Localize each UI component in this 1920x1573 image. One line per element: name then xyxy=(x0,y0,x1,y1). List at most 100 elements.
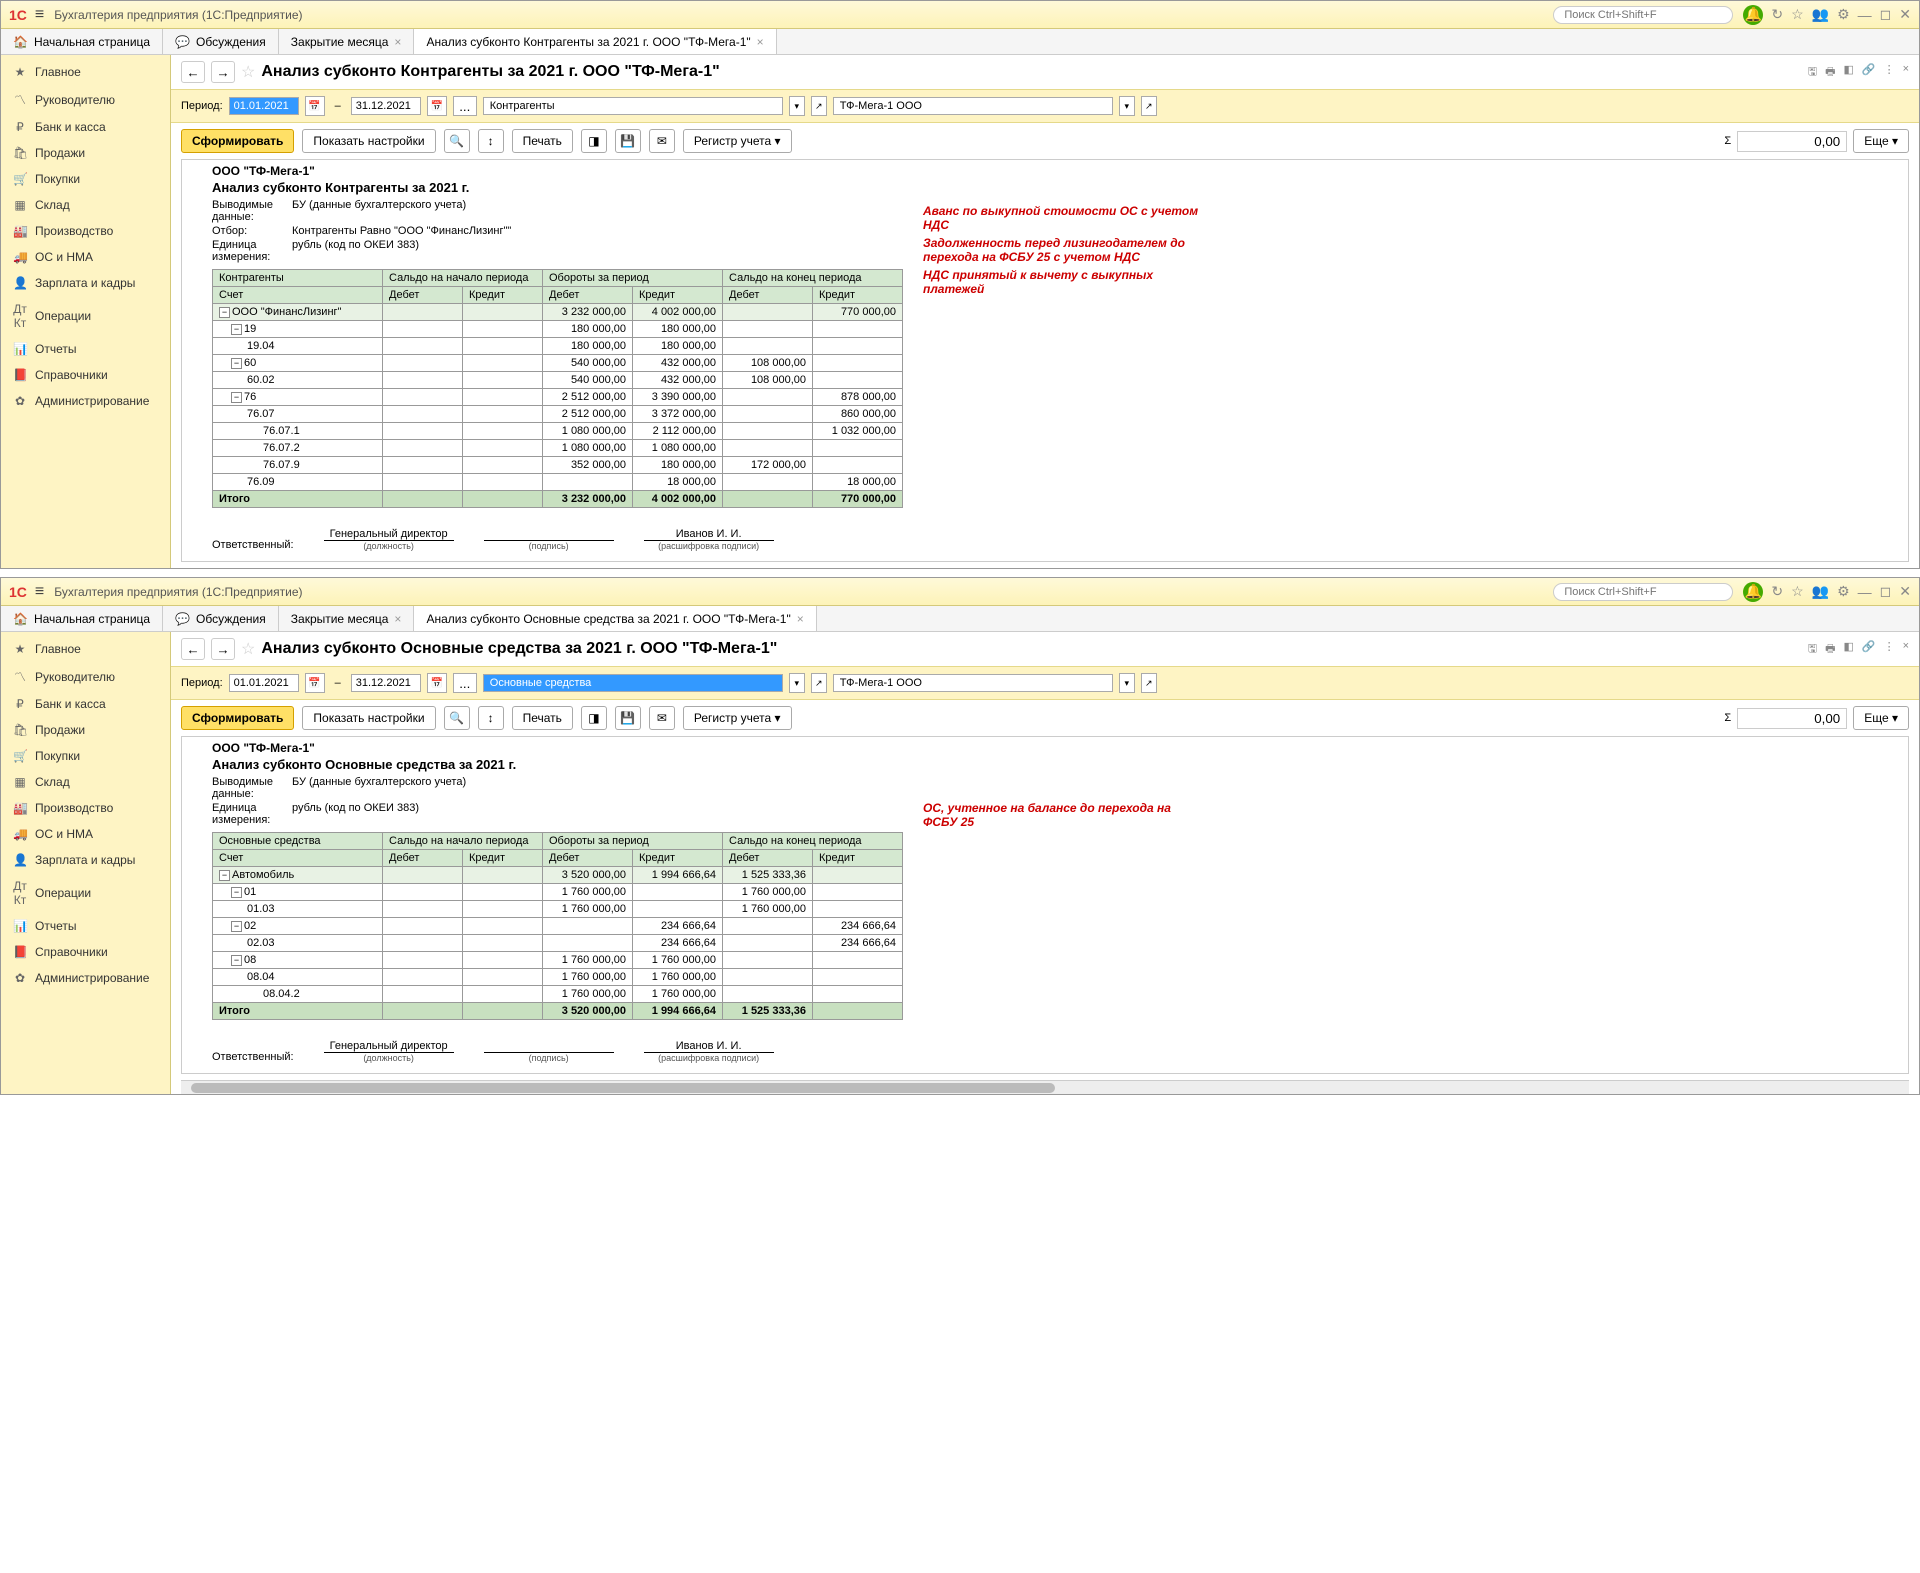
collapse-icon[interactable]: − xyxy=(219,307,230,318)
org-input[interactable]: ТФ-Мега-1 ООО xyxy=(833,97,1113,115)
close-icon[interactable]: ✕ xyxy=(1899,6,1911,23)
table-row[interactable]: 76.072 512 000,003 372 000,00860 000,00 xyxy=(213,406,903,423)
sidebar-item[interactable]: ★Главное xyxy=(1,59,170,85)
calendar-icon[interactable]: 📅 xyxy=(427,673,447,693)
dropdown-icon[interactable]: ▾ xyxy=(1119,96,1135,116)
settings-icon[interactable]: ⚙ xyxy=(1837,583,1850,600)
settings-icon[interactable]: ⚙ xyxy=(1837,6,1850,23)
sidebar-item[interactable]: 👤Зарплата и кадры xyxy=(1,270,170,296)
tab-month-close[interactable]: Закрытие месяца× xyxy=(279,606,415,631)
history-icon[interactable]: ↻ xyxy=(1771,6,1783,23)
print-icon[interactable]: 🖶 xyxy=(1825,640,1835,659)
link-icon[interactable]: 🔗 xyxy=(1862,640,1876,659)
more-icon[interactable]: ⋮ xyxy=(1884,640,1895,659)
minimize-icon[interactable]: — xyxy=(1858,7,1872,23)
save-file-icon[interactable]: 💾 xyxy=(615,129,641,153)
register-button[interactable]: Регистр учета ▾ xyxy=(683,706,792,730)
print-button[interactable]: Печать xyxy=(512,706,573,730)
close-icon[interactable]: ✕ xyxy=(1899,583,1911,600)
forward-button[interactable]: → xyxy=(211,638,235,660)
tab-report-2[interactable]: Анализ субконто Основные средства за 202… xyxy=(414,606,816,631)
more-icon[interactable]: ⋮ xyxy=(1884,63,1895,82)
table-row[interactable]: −762 512 000,003 390 000,00878 000,00 xyxy=(213,389,903,406)
form-button[interactable]: Сформировать xyxy=(181,129,294,153)
table-row[interactable]: −Автомобиль3 520 000,001 994 666,641 525… xyxy=(213,867,903,884)
tab-discussions[interactable]: 💬Обсуждения xyxy=(163,29,279,54)
search-icon[interactable]: 🔍 xyxy=(444,129,470,153)
tab-home[interactable]: 🏠Начальная страница xyxy=(1,29,163,54)
global-search[interactable] xyxy=(1553,6,1733,24)
sidebar-item[interactable]: 📕Справочники xyxy=(1,939,170,965)
save-icon[interactable]: 🖫 xyxy=(1808,63,1817,82)
tab-home[interactable]: 🏠Начальная страница xyxy=(1,606,163,631)
settings-button[interactable]: Показать настройки xyxy=(302,706,435,730)
sidebar-item[interactable]: Дт КтОперации xyxy=(1,873,170,913)
sidebar-item[interactable]: 〽Руководителю xyxy=(1,662,170,691)
sidebar-item[interactable]: 🛍Продажи xyxy=(1,140,170,166)
table-row[interactable]: 76.07.21 080 000,001 080 000,00 xyxy=(213,440,903,457)
table-row[interactable]: 08.041 760 000,001 760 000,00 xyxy=(213,969,903,986)
tab-report-1[interactable]: Анализ субконто Контрагенты за 2021 г. О… xyxy=(414,29,776,54)
collapse-icon[interactable]: − xyxy=(231,392,242,403)
preview-icon[interactable]: ◨ xyxy=(581,706,607,730)
save-file-icon[interactable]: 💾 xyxy=(615,706,641,730)
close-icon[interactable]: × xyxy=(394,35,401,49)
menu-icon[interactable]: ≡ xyxy=(35,6,44,24)
collapse-icon[interactable]: − xyxy=(231,921,242,932)
collapse-icon[interactable]: − xyxy=(231,887,242,898)
menu-icon[interactable]: ≡ xyxy=(35,583,44,601)
date-from-input[interactable] xyxy=(229,97,299,115)
sidebar-item[interactable]: ★Главное xyxy=(1,636,170,662)
dropdown-icon[interactable]: ▾ xyxy=(789,673,805,693)
star-icon[interactable]: ☆ xyxy=(1791,6,1804,23)
open-icon[interactable]: ↗ xyxy=(811,673,827,693)
table-row[interactable]: 76.07.11 080 000,002 112 000,001 032 000… xyxy=(213,423,903,440)
sidebar-item[interactable]: 〽Руководителю xyxy=(1,85,170,114)
email-icon[interactable]: ✉ xyxy=(649,129,675,153)
table-row[interactable]: 60.02540 000,00432 000,00108 000,00 xyxy=(213,372,903,389)
table-row[interactable]: −081 760 000,001 760 000,00 xyxy=(213,952,903,969)
table-row[interactable]: −ООО "ФинансЛизинг"3 232 000,004 002 000… xyxy=(213,304,903,321)
sidebar-item[interactable]: ₽Банк и касса xyxy=(1,114,170,140)
more-button[interactable]: Еще ▾ xyxy=(1853,706,1909,730)
export-icon[interactable]: ◧ xyxy=(1843,640,1853,659)
collapse-icon[interactable]: − xyxy=(231,324,242,335)
link-icon[interactable]: 🔗 xyxy=(1862,63,1876,82)
sidebar-item[interactable]: 🛍Продажи xyxy=(1,717,170,743)
subconto-input[interactable]: Контрагенты xyxy=(483,97,783,115)
horizontal-scrollbar[interactable] xyxy=(181,1080,1909,1094)
calendar-icon[interactable]: 📅 xyxy=(305,96,325,116)
table-row[interactable]: 08.04.21 760 000,001 760 000,00 xyxy=(213,986,903,1003)
close-icon[interactable]: × xyxy=(394,612,401,626)
date-to-input[interactable] xyxy=(351,97,421,115)
collapse-icon[interactable]: − xyxy=(219,870,230,881)
table-row[interactable]: 76.07.9352 000,00180 000,00172 000,00 xyxy=(213,457,903,474)
search-icon[interactable]: 🔍 xyxy=(444,706,470,730)
sidebar-item[interactable]: ▦Склад xyxy=(1,769,170,795)
more-button[interactable]: Еще ▾ xyxy=(1853,129,1909,153)
print-icon[interactable]: 🖶 xyxy=(1825,63,1835,82)
open-icon[interactable]: ↗ xyxy=(1141,96,1157,116)
back-button[interactable]: ← xyxy=(181,638,205,660)
settings-button[interactable]: Показать настройки xyxy=(302,129,435,153)
back-button[interactable]: ← xyxy=(181,61,205,83)
period-select-button[interactable]: ... xyxy=(453,96,477,116)
user-icon[interactable]: 👥 xyxy=(1812,583,1829,600)
forward-button[interactable]: → xyxy=(211,61,235,83)
org-input[interactable]: ТФ-Мега-1 ООО xyxy=(833,674,1113,692)
subconto-input[interactable]: Основные средства xyxy=(483,674,783,692)
collapse-icon[interactable]: ↕ xyxy=(478,129,504,153)
collapse-icon[interactable]: − xyxy=(231,358,242,369)
print-button[interactable]: Печать xyxy=(512,129,573,153)
history-icon[interactable]: ↻ xyxy=(1771,583,1783,600)
table-row[interactable]: 76.0918 000,0018 000,00 xyxy=(213,474,903,491)
preview-icon[interactable]: ◨ xyxy=(581,129,607,153)
sidebar-item[interactable]: ₽Банк и касса xyxy=(1,691,170,717)
date-from-input[interactable] xyxy=(229,674,299,692)
collapse-icon[interactable]: − xyxy=(231,955,242,966)
maximize-icon[interactable]: ◻ xyxy=(1880,6,1892,23)
table-row[interactable]: −19180 000,00180 000,00 xyxy=(213,321,903,338)
minimize-icon[interactable]: — xyxy=(1858,584,1872,600)
sidebar-item[interactable]: 📊Отчеты xyxy=(1,336,170,362)
maximize-icon[interactable]: ◻ xyxy=(1880,583,1892,600)
